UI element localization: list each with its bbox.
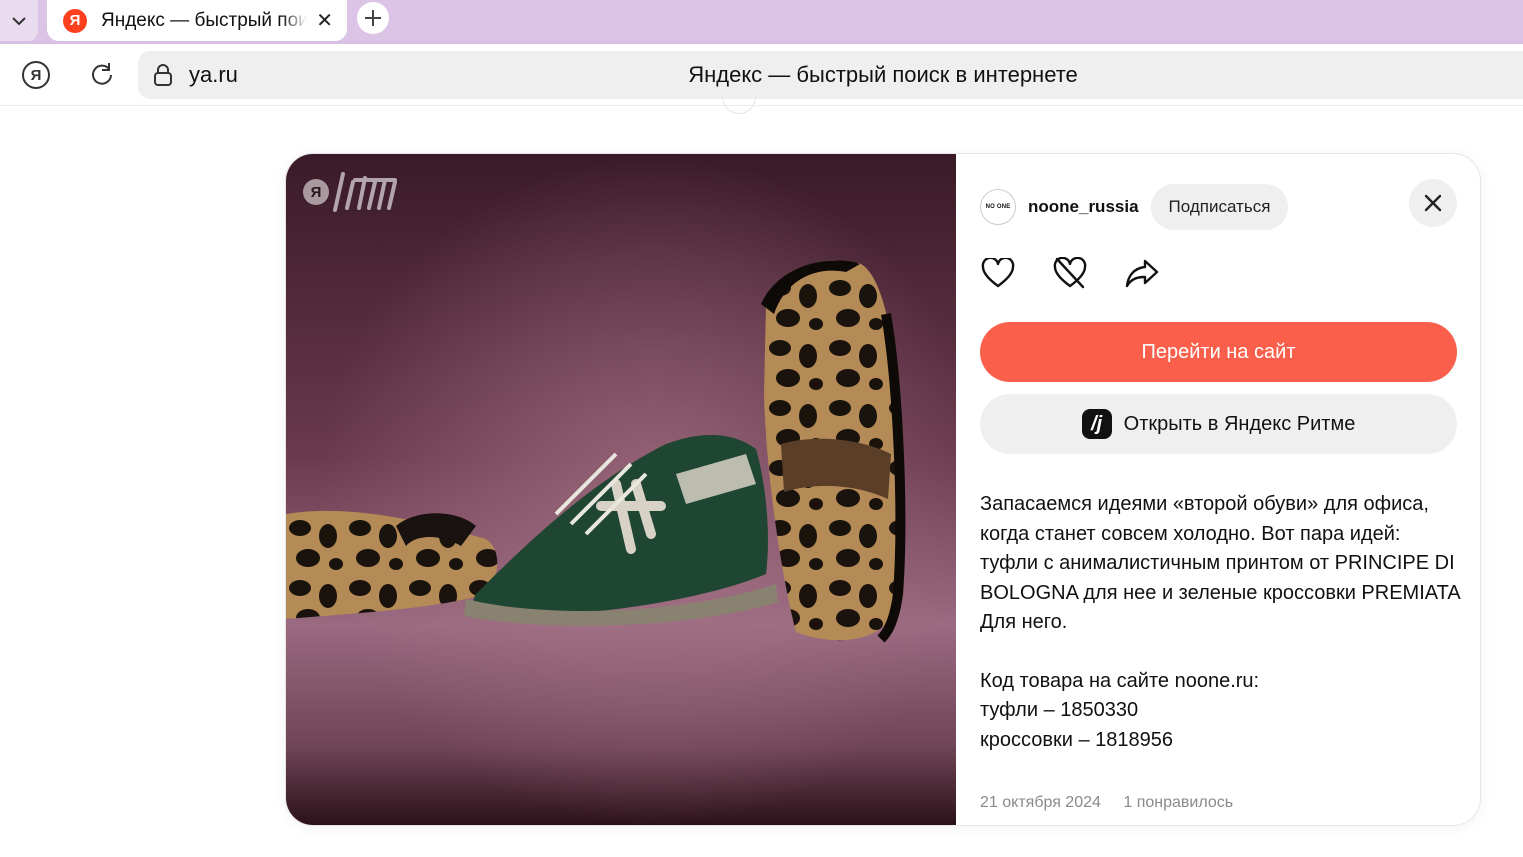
share-button[interactable]	[1124, 255, 1160, 291]
browser-tab[interactable]: Я Яндекс — быстрый поиск в интернете ✕	[47, 0, 347, 41]
close-icon	[1424, 194, 1442, 212]
address-bar[interactable]: ya.ru Яндекс — быстрый поиск в интернете	[138, 51, 1523, 99]
author-avatar[interactable]: NO ONE	[980, 189, 1016, 225]
description-line: туфли – 1850330	[980, 699, 1139, 721]
heart-icon	[981, 258, 1015, 288]
share-icon	[1125, 259, 1159, 288]
subscribe-button[interactable]: Подписаться	[1150, 184, 1289, 230]
go-to-site-button[interactable]: Перейти на сайт	[980, 322, 1457, 382]
post-meta: 21 октября 2024 1 понравилось	[980, 794, 1233, 812]
post-description: Запасаемся идеями «второй обуви» для офи…	[980, 490, 1460, 755]
tabs-menu-button[interactable]	[0, 0, 38, 42]
page-title: Яндекс — быстрый поиск в интернете	[688, 62, 1078, 87]
plus-icon	[365, 10, 381, 26]
post-card: Я NO ONE noone_russia Подписаться Перейт…	[285, 153, 1481, 826]
reload-icon	[92, 63, 112, 85]
description-paragraph: Запасаемся идеями «второй обуви» для офи…	[980, 493, 1460, 633]
post-date: 21 октября 2024	[980, 794, 1101, 811]
likes-count: 1 понравилось	[1123, 794, 1234, 811]
background-element	[722, 96, 756, 114]
chevron-down-icon	[12, 17, 26, 26]
author-block: NO ONE noone_russia Подписаться	[980, 184, 1289, 230]
tab-strip: Я Яндекс — быстрый поиск в интернете ✕	[0, 0, 1523, 44]
rhythm-wordmark-icon	[333, 172, 397, 212]
reload-button[interactable]	[88, 60, 116, 88]
shoes-photo	[286, 154, 956, 825]
like-button[interactable]	[980, 255, 1016, 291]
dislike-button[interactable]	[1052, 255, 1088, 291]
open-in-rhythm-button[interactable]: /j Открыть в Яндекс Ритме	[980, 394, 1457, 454]
post-image: Я	[286, 154, 956, 825]
yandex-rhythm-icon: /j	[1081, 409, 1112, 439]
close-button[interactable]	[1409, 179, 1457, 227]
author-name[interactable]: noone_russia	[1028, 197, 1139, 217]
description-line: кроссовки – 1818956	[980, 728, 1173, 751]
tab-close-icon[interactable]: ✕	[316, 8, 333, 33]
description-line: Код товара на сайте noone.ru:	[980, 669, 1260, 692]
open-in-rhythm-label: Открыть в Яндекс Ритме	[1123, 412, 1356, 435]
post-actions	[980, 255, 1196, 291]
yandex-logo-icon: Я	[303, 179, 329, 205]
navigation-bar: Я ya.ru Яндекс — быстрый поиск в интерне…	[0, 44, 1523, 106]
tab-title: Яндекс — быстрый поиск в интернете	[101, 9, 307, 31]
yandex-favicon-icon: Я	[63, 8, 87, 33]
post-details-panel: NO ONE noone_russia Подписаться Перейти …	[956, 154, 1480, 825]
yandex-home-button[interactable]: Я	[22, 61, 50, 89]
new-tab-button[interactable]	[357, 2, 389, 34]
heart-crossed-icon	[1053, 257, 1087, 289]
yandex-rhythm-logo: Я	[303, 170, 399, 214]
